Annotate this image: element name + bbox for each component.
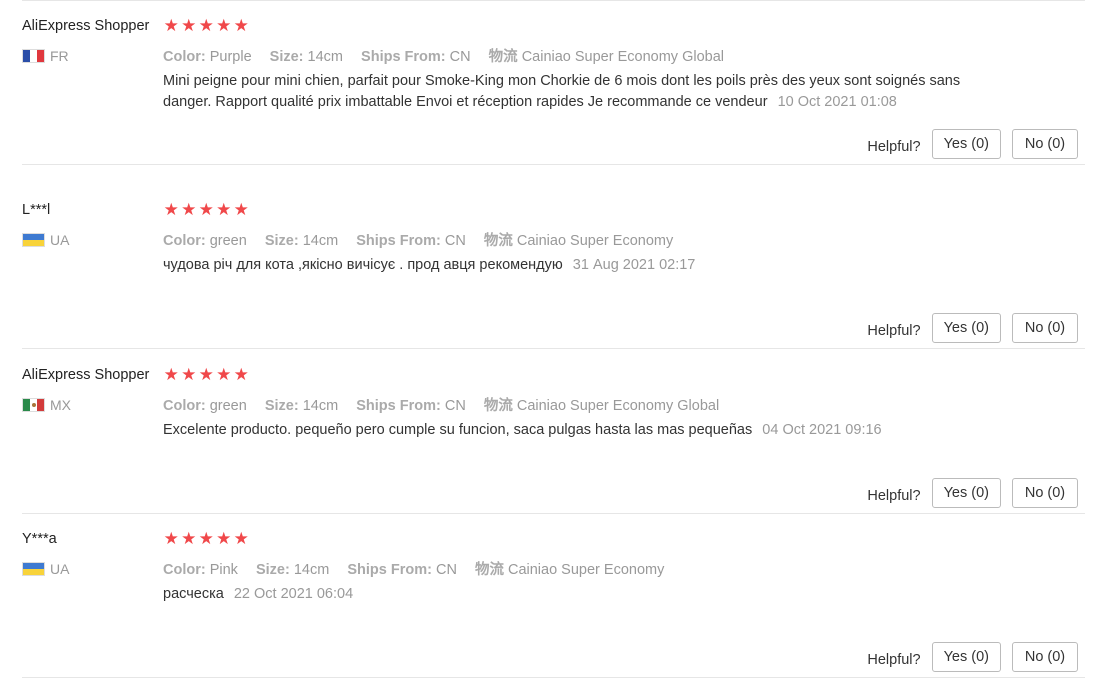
star-icon: ★ xyxy=(181,365,198,384)
reviewer-country: UA xyxy=(22,231,69,249)
attr-logistics: 物流 Cainiao Super Economy Global xyxy=(483,398,720,414)
helpful-vote: Helpful? Yes (0) No (0) xyxy=(867,313,1078,343)
star-icon: ★ xyxy=(181,200,198,219)
attr-ships-from: Ships From: CN xyxy=(361,49,471,65)
review-item: AliExpress Shopper MX ★★★★★ Color: green… xyxy=(22,350,1085,514)
sku-attributes: Color: green Size: 14cm Ships From: CN 物… xyxy=(163,394,733,415)
helpful-label: Helpful? xyxy=(867,139,921,155)
attr-logistics: 物流 Cainiao Super Economy Global xyxy=(488,49,724,65)
review-date: 10 Oct 2021 01:08 xyxy=(777,94,897,110)
helpful-vote: Helpful? Yes (0) No (0) xyxy=(867,129,1078,159)
helpful-yes-button[interactable]: Yes (0) xyxy=(931,478,1001,508)
reviewer-country: FR xyxy=(22,47,69,65)
review-content: расческа 22 Oct 2021 06:04 xyxy=(163,584,993,605)
reviewer-name: AliExpress Shopper xyxy=(22,367,150,383)
helpful-no-button[interactable]: No (0) xyxy=(1012,129,1078,159)
reviewer-country: MX xyxy=(22,396,71,414)
star-icon: ★ xyxy=(216,200,233,219)
helpful-no-button[interactable]: No (0) xyxy=(1012,313,1078,343)
helpful-vote: Helpful? Yes (0) No (0) xyxy=(867,478,1078,508)
reviewer-country: UA xyxy=(22,560,69,578)
star-icon: ★ xyxy=(198,16,215,35)
star-icon: ★ xyxy=(233,529,250,548)
sku-attributes: Color: green Size: 14cm Ships From: CN 物… xyxy=(163,229,687,250)
attr-color: Color: Purple xyxy=(163,49,252,65)
attr-color: Color: Pink xyxy=(163,562,238,578)
attr-color: Color: green xyxy=(163,233,247,249)
star-icon: ★ xyxy=(233,200,250,219)
country-code: UA xyxy=(50,232,70,248)
review-date: 31 Aug 2021 02:17 xyxy=(572,257,696,273)
star-icon: ★ xyxy=(163,16,180,35)
review-content: Mini peigne pour mini chien, parfait pou… xyxy=(163,71,993,113)
helpful-label: Helpful? xyxy=(867,652,921,668)
star-icon: ★ xyxy=(163,529,180,548)
star-icon: ★ xyxy=(198,365,215,384)
attr-logistics: 物流 Cainiao Super Economy xyxy=(474,562,665,578)
flag-ua-icon xyxy=(22,233,45,247)
star-icon: ★ xyxy=(181,529,198,548)
country-code: MX xyxy=(50,397,71,413)
review-item: L***l UA ★★★★★ Color: green Size: 14cm S… xyxy=(22,185,1085,349)
country-code: FR xyxy=(50,48,69,64)
star-icon: ★ xyxy=(216,365,233,384)
sku-attributes: Color: Pink Size: 14cm Ships From: CN 物流… xyxy=(163,558,678,579)
flag-ua-icon xyxy=(22,562,45,576)
helpful-yes-button[interactable]: Yes (0) xyxy=(931,129,1001,159)
attr-color: Color: green xyxy=(163,398,247,414)
review-text: Excelente producto. pequeño pero cumple … xyxy=(163,422,753,438)
review-text: чудова річ для кота ,якісно вичісує . пр… xyxy=(163,257,563,273)
star-icon: ★ xyxy=(163,200,180,219)
helpful-vote: Helpful? Yes (0) No (0) xyxy=(867,642,1078,672)
flag-fr-icon xyxy=(22,49,45,63)
helpful-label: Helpful? xyxy=(867,323,921,339)
review-text: расческа xyxy=(163,586,224,602)
star-icon: ★ xyxy=(163,365,180,384)
star-rating: ★★★★★ xyxy=(163,365,251,385)
attr-size: Size: 14cm xyxy=(269,49,344,65)
review-item: Y***a UA ★★★★★ Color: Pink Size: 14cm Sh… xyxy=(22,514,1085,678)
reviewer-name: Y***a xyxy=(22,531,57,547)
star-rating: ★★★★★ xyxy=(163,529,251,549)
attr-size: Size: 14cm xyxy=(264,398,339,414)
sku-attributes: Color: Purple Size: 14cm Ships From: CN … xyxy=(163,45,738,66)
attr-ships-from: Ships From: CN xyxy=(356,398,466,414)
attr-ships-from: Ships From: CN xyxy=(356,233,466,249)
review-content: чудова річ для кота ,якісно вичісує . пр… xyxy=(163,255,993,276)
reviewer-name: AliExpress Shopper xyxy=(22,18,150,34)
attr-logistics: 物流 Cainiao Super Economy xyxy=(483,233,674,249)
star-icon: ★ xyxy=(216,16,233,35)
star-icon: ★ xyxy=(233,16,250,35)
attr-ships-from: Ships From: CN xyxy=(347,562,457,578)
star-icon: ★ xyxy=(198,529,215,548)
review-item: AliExpress Shopper FR ★★★★★ Color: Purpl… xyxy=(22,1,1085,165)
reviewer-name: L***l xyxy=(22,202,51,218)
helpful-no-button[interactable]: No (0) xyxy=(1012,478,1078,508)
star-rating: ★★★★★ xyxy=(163,16,251,36)
attr-size: Size: 14cm xyxy=(255,562,330,578)
country-code: UA xyxy=(50,561,70,577)
attr-size: Size: 14cm xyxy=(264,233,339,249)
review-date: 04 Oct 2021 09:16 xyxy=(762,422,882,438)
star-rating: ★★★★★ xyxy=(163,200,251,220)
helpful-yes-button[interactable]: Yes (0) xyxy=(931,313,1001,343)
review-content: Excelente producto. pequeño pero cumple … xyxy=(163,420,993,441)
review-date: 22 Oct 2021 06:04 xyxy=(233,586,354,602)
star-icon: ★ xyxy=(181,16,198,35)
helpful-no-button[interactable]: No (0) xyxy=(1012,642,1078,672)
star-icon: ★ xyxy=(198,200,215,219)
flag-mx-icon xyxy=(22,398,45,412)
star-icon: ★ xyxy=(216,529,233,548)
helpful-yes-button[interactable]: Yes (0) xyxy=(931,642,1001,672)
helpful-label: Helpful? xyxy=(867,488,921,504)
star-icon: ★ xyxy=(233,365,250,384)
